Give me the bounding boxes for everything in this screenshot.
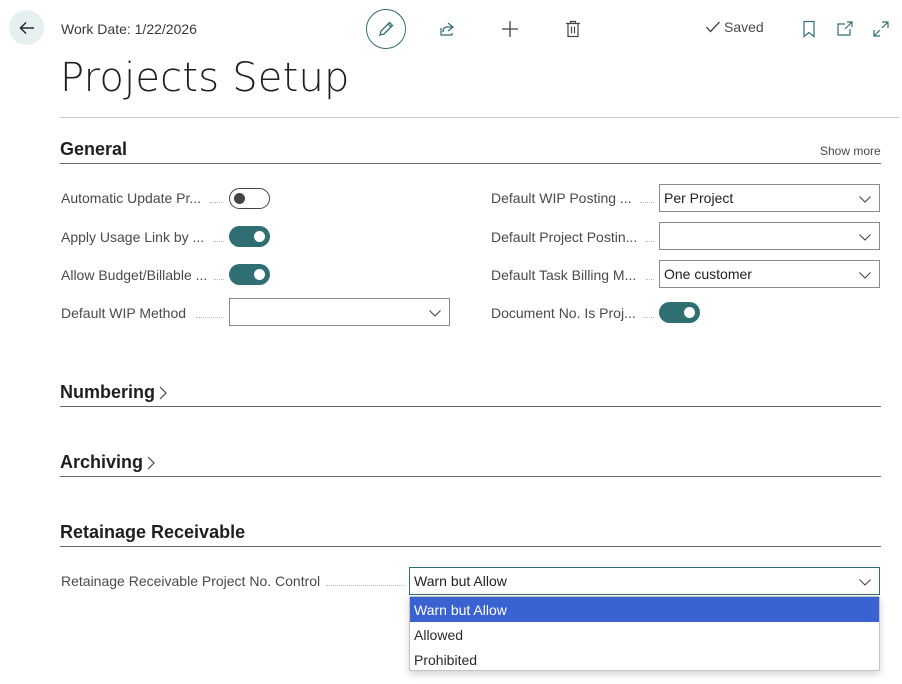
select-value: Warn but Allow: [414, 573, 507, 589]
toggle-knob: [254, 231, 265, 242]
field-label-default-task-billing: Default Task Billing M...: [491, 267, 637, 283]
section-numbering-label: Numbering: [60, 382, 156, 402]
field-label-automatic-update: Automatic Update Pr...: [61, 190, 202, 206]
dropdown-option-prohibited[interactable]: Prohibited: [410, 647, 879, 672]
field-label-apply-usage-link: Apply Usage Link by ...: [61, 229, 205, 245]
page-title: Projects Setup: [60, 55, 350, 101]
dropdown-option-warn-but-allow[interactable]: Warn but Allow: [410, 597, 879, 622]
bookmark-icon: [803, 20, 815, 38]
toggle-knob: [684, 307, 695, 318]
work-date[interactable]: Work Date: 1/22/2026: [61, 21, 197, 37]
field-label-document-no-is-project: Document No. Is Proj...: [491, 305, 636, 321]
title-divider: [60, 117, 899, 118]
leader-dots: [645, 241, 654, 242]
section-divider-general: [60, 163, 881, 164]
leader-dots: [213, 279, 224, 280]
default-task-billing-select[interactable]: One customer: [659, 260, 880, 288]
saved-status: Saved: [705, 19, 764, 35]
field-label-default-wip-posting: Default WIP Posting ...: [491, 190, 632, 206]
chevron-down-icon: [429, 310, 441, 317]
field-label-allow-budget: Allow Budget/Billable ...: [61, 267, 208, 283]
saved-label: Saved: [724, 19, 764, 35]
section-archiving-label: Archiving: [60, 452, 144, 472]
apply-usage-link-toggle[interactable]: [229, 226, 270, 247]
section-divider-archiving: [60, 476, 881, 477]
leader-dots: [643, 317, 654, 318]
chevron-down-icon: [859, 234, 871, 241]
field-label-default-wip-method: Default WIP Method: [61, 305, 187, 321]
toggle-knob: [254, 269, 265, 280]
chevron-right-icon: [147, 456, 155, 469]
chevron-down-icon: [859, 272, 871, 279]
select-value: One customer: [664, 266, 752, 282]
bookmark-button[interactable]: [797, 17, 821, 41]
section-title-archiving[interactable]: Archiving: [60, 452, 156, 473]
section-title-retainage-receivable[interactable]: Retainage Receivable: [60, 522, 245, 543]
open-new-window-button[interactable]: [833, 17, 857, 41]
automatic-update-toggle[interactable]: [229, 188, 270, 209]
trash-icon: [566, 20, 580, 38]
leader-dots: [213, 241, 224, 242]
section-retainage-label: Retainage Receivable: [60, 522, 246, 542]
leader-dots: [326, 585, 404, 586]
arrow-left-icon: [18, 21, 34, 34]
leader-dots: [210, 202, 224, 203]
default-wip-method-select[interactable]: [229, 298, 450, 326]
back-button[interactable]: [9, 10, 44, 45]
expand-button[interactable]: [869, 17, 893, 41]
section-divider-numbering: [60, 406, 881, 407]
default-project-posting-select[interactable]: [659, 222, 880, 250]
section-title-general[interactable]: General: [60, 139, 127, 160]
open-new-window-icon: [837, 21, 853, 36]
allow-budget-billable-toggle[interactable]: [229, 264, 270, 285]
retainage-options-dropdown: Warn but Allow Allowed Prohibited: [409, 596, 880, 671]
select-value: Per Project: [664, 190, 734, 206]
delete-button[interactable]: [561, 17, 585, 41]
leader-dots: [645, 279, 654, 280]
retainage-project-no-control-select[interactable]: Warn but Allow: [409, 567, 880, 595]
share-button[interactable]: [435, 17, 459, 41]
section-title-numbering[interactable]: Numbering: [60, 382, 168, 403]
default-wip-posting-select[interactable]: Per Project: [659, 184, 880, 212]
document-no-is-project-toggle[interactable]: [659, 302, 700, 323]
plus-icon: [502, 21, 518, 37]
expand-icon: [873, 21, 889, 37]
chevron-right-icon: [159, 386, 167, 399]
dropdown-option-allowed[interactable]: Allowed: [410, 622, 879, 647]
chevron-down-icon: [859, 579, 871, 586]
share-icon: [440, 22, 454, 36]
toggle-knob: [234, 193, 245, 204]
section-general-label: General: [60, 139, 128, 159]
new-button[interactable]: [498, 17, 522, 41]
leader-dots: [196, 317, 224, 318]
show-more-link[interactable]: Show more: [820, 144, 881, 158]
field-label-default-project-posting: Default Project Postin...: [491, 229, 638, 245]
pencil-icon: [379, 21, 394, 36]
checkmark-icon: [706, 21, 720, 33]
section-divider-retainage: [60, 546, 881, 547]
leader-dots: [640, 202, 654, 203]
chevron-down-icon: [859, 196, 871, 203]
edit-button[interactable]: [366, 9, 406, 49]
field-label-retainage-project-no-control: Retainage Receivable Project No. Control: [61, 573, 321, 589]
